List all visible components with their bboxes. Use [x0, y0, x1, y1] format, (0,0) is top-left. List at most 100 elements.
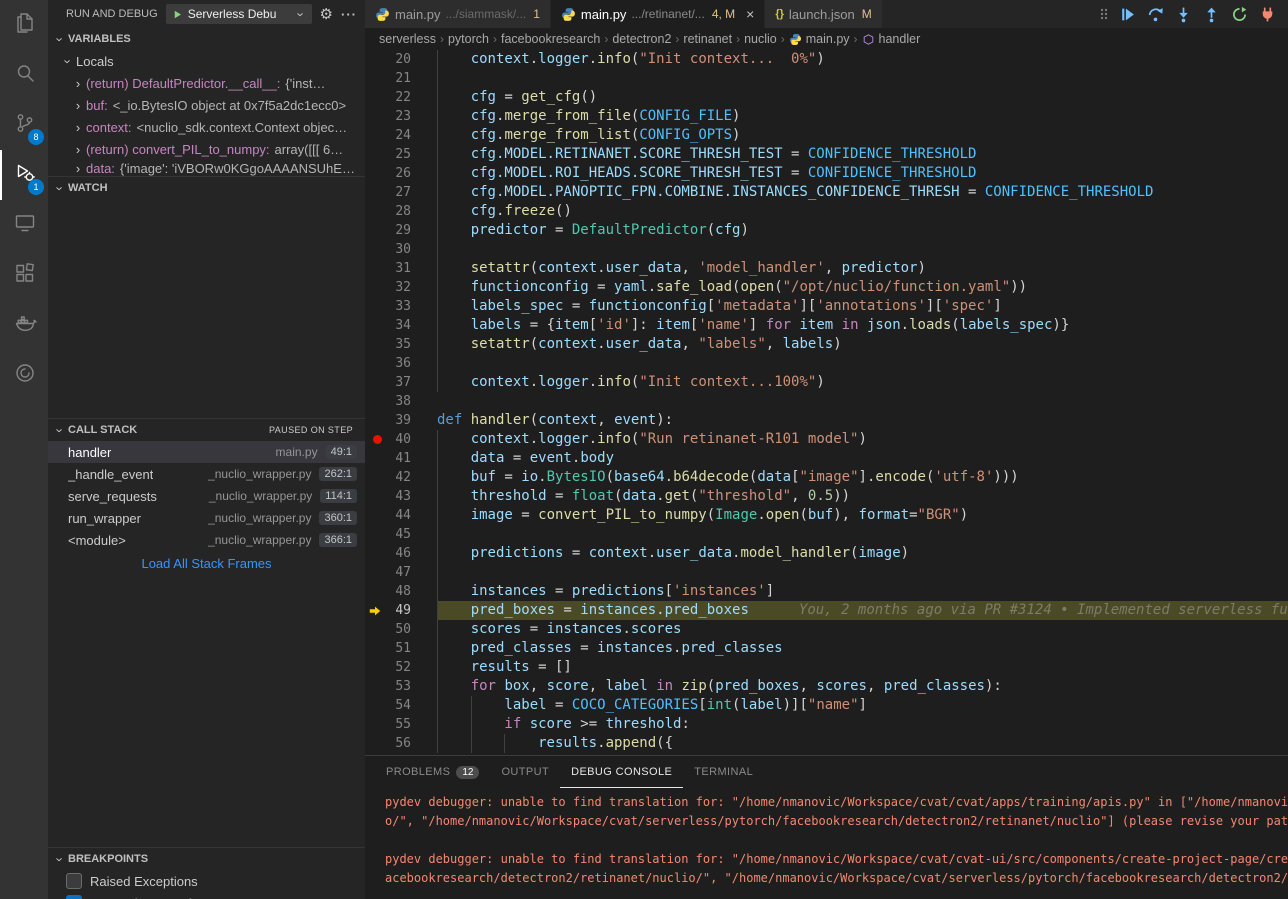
- gutter[interactable]: 30: [365, 240, 437, 259]
- breadcrumb-item[interactable]: detectron2: [612, 32, 671, 46]
- code-line[interactable]: 36: [365, 354, 1288, 373]
- line-number[interactable]: 54: [395, 696, 411, 715]
- stack-frame[interactable]: _handle_event_nuclio_wrapper.py262:1: [48, 463, 365, 485]
- code-line[interactable]: 34labels = {item['id']: item['name'] for…: [365, 316, 1288, 335]
- code-line[interactable]: 23cfg.merge_from_file(CONFIG_FILE): [365, 107, 1288, 126]
- line-number[interactable]: 33: [395, 297, 411, 316]
- gutter[interactable]: 21: [365, 69, 437, 88]
- stack-frame[interactable]: serve_requests_nuclio_wrapper.py114:1: [48, 485, 365, 507]
- breadcrumb-item[interactable]: pytorch: [448, 32, 489, 46]
- gutter[interactable]: 45: [365, 525, 437, 544]
- line-number[interactable]: 46: [395, 544, 411, 563]
- line-number[interactable]: 22: [395, 88, 411, 107]
- chevron-right-icon[interactable]: ›: [70, 161, 86, 176]
- code-line[interactable]: 32functionconfig = yaml.safe_load(open("…: [365, 278, 1288, 297]
- line-number[interactable]: 21: [395, 69, 411, 88]
- line-number[interactable]: 45: [395, 525, 411, 544]
- scope-locals[interactable]: ›Locals: [48, 50, 365, 72]
- code-line[interactable]: 41data = event.body: [365, 449, 1288, 468]
- variable-row[interactable]: ›context:<nuclio_sdk.context.Context obj…: [48, 116, 365, 138]
- gutter[interactable]: 22: [365, 88, 437, 107]
- line-number[interactable]: 28: [395, 202, 411, 221]
- debug-step-over-button[interactable]: [1147, 6, 1164, 23]
- code-line[interactable]: 35setattr(context.user_data, "labels", l…: [365, 335, 1288, 354]
- line-number[interactable]: 39: [395, 411, 411, 430]
- line-number[interactable]: 24: [395, 126, 411, 145]
- panel-tab-problems[interactable]: PROBLEMS12: [375, 756, 490, 788]
- code-editor[interactable]: 20context.logger.info("Init context... 0…: [365, 50, 1288, 755]
- line-number[interactable]: 50: [395, 620, 411, 639]
- debug-console-output[interactable]: pydev debugger: unable to find translati…: [365, 788, 1288, 888]
- line-number[interactable]: 38: [395, 392, 411, 411]
- chevron-right-icon[interactable]: ›: [70, 98, 86, 113]
- code-line[interactable]: 21: [365, 69, 1288, 88]
- line-number[interactable]: 47: [395, 563, 411, 582]
- more-actions-icon[interactable]: ···: [341, 8, 357, 21]
- code-line[interactable]: 22cfg = get_cfg(): [365, 88, 1288, 107]
- code-line[interactable]: 30: [365, 240, 1288, 259]
- code-line[interactable]: 42buf = io.BytesIO(base64.b64decode(data…: [365, 468, 1288, 487]
- gutter[interactable]: 38: [365, 392, 437, 411]
- variable-row[interactable]: ›(return) DefaultPredictor.__call__:{'in…: [48, 72, 365, 94]
- code-line[interactable]: 51pred_classes = instances.pred_classes: [365, 639, 1288, 658]
- checkbox[interactable]: ✓: [66, 895, 82, 899]
- debug-step-out-button[interactable]: [1203, 6, 1220, 23]
- breakpoint-dot[interactable]: [373, 435, 382, 444]
- line-number[interactable]: 29: [395, 221, 411, 240]
- gear-icon[interactable]: ⚙: [320, 7, 333, 22]
- stack-frame[interactable]: <module>_nuclio_wrapper.py366:1: [48, 529, 365, 551]
- breadcrumb-item[interactable]: retinanet: [683, 32, 732, 46]
- line-number[interactable]: 43: [395, 487, 411, 506]
- activity-item-extensions[interactable]: [0, 250, 48, 300]
- debug-restart-button[interactable]: [1231, 6, 1248, 23]
- line-number[interactable]: 52: [395, 658, 411, 677]
- variables-section-header[interactable]: ›VARIABLES: [48, 28, 365, 50]
- debug-continue-button[interactable]: [1119, 6, 1136, 23]
- start-debugging-icon[interactable]: [172, 9, 183, 20]
- gutter[interactable]: 32: [365, 278, 437, 297]
- line-number[interactable]: 56: [395, 734, 411, 753]
- activity-item-docker[interactable]: [0, 300, 48, 350]
- gutter[interactable]: 50: [365, 620, 437, 639]
- debug-disconnect-button[interactable]: [1259, 6, 1276, 23]
- line-number[interactable]: 55: [395, 715, 411, 734]
- gutter[interactable]: 46: [365, 544, 437, 563]
- gutter[interactable]: 56: [365, 734, 437, 753]
- line-number[interactable]: 26: [395, 164, 411, 183]
- line-number[interactable]: 30: [395, 240, 411, 259]
- code-line[interactable]: 20context.logger.info("Init context... 0…: [365, 50, 1288, 69]
- breakpoint-item[interactable]: ✓Uncaught Exceptions: [48, 892, 365, 899]
- editor-tab[interactable]: main.py.../siammask/...1: [365, 0, 551, 28]
- gutter[interactable]: 20: [365, 50, 437, 69]
- chevron-right-icon[interactable]: ›: [70, 76, 86, 91]
- gutter[interactable]: 37: [365, 373, 437, 392]
- breakpoints-section-header[interactable]: ›BREAKPOINTS: [48, 848, 365, 870]
- gutter[interactable]: 35: [365, 335, 437, 354]
- panel-tab-debug-console[interactable]: DEBUG CONSOLE: [560, 756, 683, 788]
- breadcrumb-item[interactable]: serverless: [379, 32, 436, 46]
- gutter[interactable]: 39: [365, 411, 437, 430]
- line-number[interactable]: 32: [395, 278, 411, 297]
- code-line[interactable]: 25cfg.MODEL.RETINANET.SCORE_THRESH_TEST …: [365, 145, 1288, 164]
- gutter[interactable]: 36: [365, 354, 437, 373]
- gutter[interactable]: 42: [365, 468, 437, 487]
- variable-row[interactable]: ›buf:<_io.BytesIO object at 0x7f5a2dc1ec…: [48, 94, 365, 116]
- line-number[interactable]: 44: [395, 506, 411, 525]
- chevron-right-icon[interactable]: ›: [70, 120, 86, 135]
- code-line[interactable]: 28cfg.freeze(): [365, 202, 1288, 221]
- code-line[interactable]: 49pred_boxes = instances.pred_boxesYou, …: [365, 601, 1288, 620]
- code-line[interactable]: 55if score >= threshold:: [365, 715, 1288, 734]
- activity-item-source-control[interactable]: 8: [0, 100, 48, 150]
- gutter[interactable]: 49: [365, 601, 437, 620]
- line-number[interactable]: 41: [395, 449, 411, 468]
- line-number[interactable]: 31: [395, 259, 411, 278]
- line-number[interactable]: 40: [395, 430, 411, 449]
- gutter[interactable]: 52: [365, 658, 437, 677]
- drag-grip-icon[interactable]: [1099, 6, 1109, 22]
- code-line[interactable]: 38: [365, 392, 1288, 411]
- variable-row[interactable]: ›(return) convert_PIL_to_numpy:array([[[…: [48, 138, 365, 160]
- line-number[interactable]: 35: [395, 335, 411, 354]
- line-number[interactable]: 25: [395, 145, 411, 164]
- line-number[interactable]: 27: [395, 183, 411, 202]
- gutter[interactable]: 43: [365, 487, 437, 506]
